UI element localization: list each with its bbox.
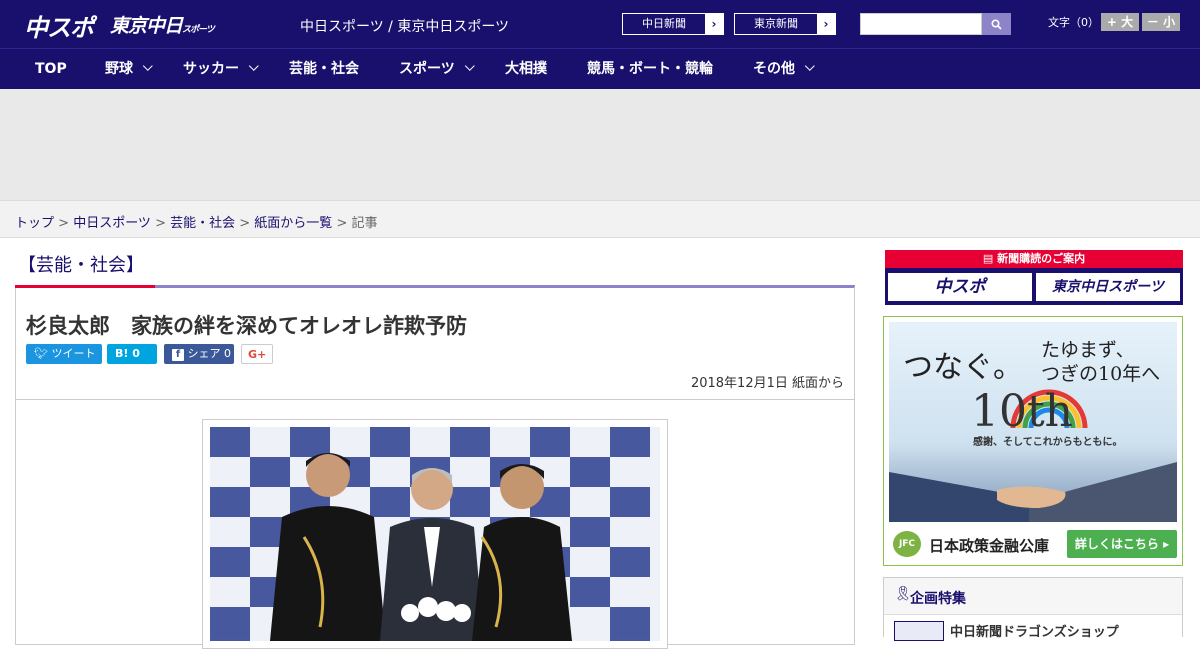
press-photo: [210, 427, 660, 641]
font-size-label: 文字（0）: [1048, 16, 1099, 29]
search-input[interactable]: [860, 13, 982, 35]
handshake-image: [889, 462, 1177, 522]
facebook-share-button[interactable]: f シェア 0: [164, 344, 234, 364]
chevron-down-icon: [464, 61, 475, 71]
breadcrumb-chunichi-sports[interactable]: 中日スポーツ: [73, 216, 151, 231]
chunichi-shimbun-label: 中日新聞: [623, 14, 705, 34]
font-smaller-button[interactable]: － 小: [1142, 13, 1180, 31]
category-title: 【芸能・社会】: [18, 255, 144, 276]
hatena-count: 0: [132, 347, 140, 360]
nav-label: 芸能・社会: [289, 61, 359, 77]
nav-label: サッカー: [183, 61, 239, 77]
google-plus-icon: G+: [248, 348, 267, 361]
breadcrumb-paper-list[interactable]: 紙面から一覧: [254, 216, 332, 231]
jfc-footer: JFC 日本政策金融公庫 詳しくはこちら ▸: [889, 527, 1177, 561]
tokyo-shimbun-label: 東京新聞: [735, 14, 817, 34]
article-title: 杉良太郎 家族の絆を深めてオレオレ詐欺予防: [26, 314, 467, 338]
nav-item-other[interactable]: その他: [753, 49, 815, 90]
jfc-ad[interactable]: つなぐ。 たゆまず、 つぎの10年へ 10th 感謝、そしてこれからもともに。 …: [883, 316, 1183, 566]
jfc-logo: JFC: [893, 531, 921, 557]
nav-label: TOP: [35, 61, 67, 77]
site-header: 中スポ 東京中日スポーツ 中日スポーツ / 東京中日スポーツ 中日新聞 › 東京…: [0, 0, 1200, 48]
subscribe-tokyo-chunichi-button[interactable]: 東京中日スポーツ: [1036, 273, 1180, 301]
subscription-heading-text: 新聞購読のご案内: [997, 252, 1086, 265]
breadcrumb: トップ > 中日スポーツ > 芸能・社会 > 紙面から一覧 > 記事: [15, 216, 378, 231]
ad-banner-area: [0, 89, 1200, 200]
breadcrumb-current: 記事: [351, 216, 378, 231]
tokyo-chunichi-logo-text: 東京中日: [110, 15, 183, 37]
twitter-icon: 🐦︎: [34, 347, 48, 360]
jfc-subheadline: たゆまず、 つぎの10年へ: [1041, 338, 1160, 386]
nav-label: 競馬・ボート・競輪: [587, 61, 713, 77]
chevron-right-icon: ›: [711, 17, 717, 31]
site-name: 中日スポーツ / 東京中日スポーツ: [300, 19, 510, 35]
facebook-icon: f: [172, 349, 184, 361]
hatena-icon: B!: [115, 347, 129, 360]
nav-item-entertainment[interactable]: 芸能・社会: [289, 49, 359, 90]
nav-item-racing[interactable]: 競馬・ボート・競輪: [587, 49, 713, 90]
chevron-right-icon: ›: [823, 17, 829, 31]
subscription-box: ▤ 新聞購読のご案内 中スポ 東京中日スポーツ: [885, 250, 1183, 305]
search-icon: [991, 18, 1002, 30]
tokyo-chunichi-logo[interactable]: 東京中日スポーツ: [110, 11, 215, 38]
subscribe-chuspo-button[interactable]: 中スポ: [888, 273, 1032, 301]
article-date: 2018年12月1日 紙面から: [690, 376, 844, 391]
main-nav: TOP 野球 サッカー 芸能・社会 スポーツ 大相撲 競馬・ボート・競輪 その他: [0, 48, 1200, 89]
jfc-anniversary: 10th: [971, 386, 1074, 437]
jfc-ad-image: つなぐ。 たゆまず、 つぎの10年へ 10th 感謝、そしてこれからもともに。: [889, 322, 1177, 522]
jfc-org-name: 日本政策金融公庫: [929, 537, 1050, 555]
chevron-down-icon: [804, 61, 815, 71]
newspaper-icon: ▤: [982, 252, 994, 265]
search-button[interactable]: [982, 13, 1011, 35]
tokyo-chunichi-logo-suffix: スポーツ: [182, 25, 215, 35]
nav-label: 野球: [105, 61, 133, 77]
hatena-bookmark-button[interactable]: B! 0: [107, 344, 157, 364]
jfc-details-button[interactable]: 詳しくはこちら ▸: [1067, 530, 1177, 558]
subscription-heading: ▤ 新聞購読のご案内: [885, 250, 1183, 268]
nav-item-sports[interactable]: スポーツ: [399, 49, 475, 90]
chuspo-logo[interactable]: 中スポ: [24, 8, 94, 43]
nav-item-soccer[interactable]: サッカー: [183, 49, 259, 90]
feature-title: 企画特集: [910, 591, 966, 607]
chevron-down-icon: [248, 61, 259, 71]
jfc-headline: つなぐ。: [903, 350, 1023, 385]
tweet-label: ツイート: [51, 347, 96, 360]
jfc-subheadline-2: つぎの10年へ: [1041, 363, 1161, 385]
facebook-share-label: シェア: [187, 347, 221, 360]
font-bigger-button[interactable]: + 大: [1101, 13, 1139, 31]
facebook-count: 0: [224, 347, 231, 360]
chevron-down-icon: [142, 61, 153, 71]
nav-item-top[interactable]: TOP: [35, 49, 67, 90]
nav-item-baseball[interactable]: 野球: [105, 49, 153, 90]
breadcrumb-entertainment[interactable]: 芸能・社会: [170, 216, 235, 231]
nav-label: その他: [753, 61, 795, 77]
photo-illustration: [210, 427, 660, 641]
chunichi-shimbun-link[interactable]: 中日新聞 ›: [622, 13, 724, 35]
category-accent-line: [15, 285, 155, 288]
jfc-subheadline-1: たゆまず、: [1041, 339, 1135, 361]
feature-item[interactable]: 中日新聞ドラゴンズショップ: [884, 614, 1182, 641]
google-plus-button[interactable]: G+: [241, 344, 273, 364]
nav-item-sumo[interactable]: 大相撲: [505, 49, 547, 90]
article-photo[interactable]: [202, 419, 668, 649]
nav-label: 大相撲: [505, 61, 547, 77]
breadcrumb-bar: トップ > 中日スポーツ > 芸能・社会 > 紙面から一覧 > 記事: [0, 200, 1200, 238]
feature-item-label: 中日新聞ドラゴンズショップ: [950, 625, 1119, 640]
breadcrumb-home[interactable]: トップ: [15, 216, 54, 231]
feature-box: 🎗︎ 企画特集 中日新聞ドラゴンズショップ: [883, 577, 1183, 641]
feature-thumbnail: [894, 621, 944, 641]
article-card: 杉良太郎 家族の絆を深めてオレオレ詐欺予防 🐦︎ ツイート B! 0 f シェア…: [15, 285, 855, 649]
divider: [16, 399, 854, 400]
nav-label: スポーツ: [399, 61, 455, 77]
tweet-button[interactable]: 🐦︎ ツイート: [26, 344, 102, 364]
tokyo-shimbun-link[interactable]: 東京新聞 ›: [734, 13, 836, 35]
